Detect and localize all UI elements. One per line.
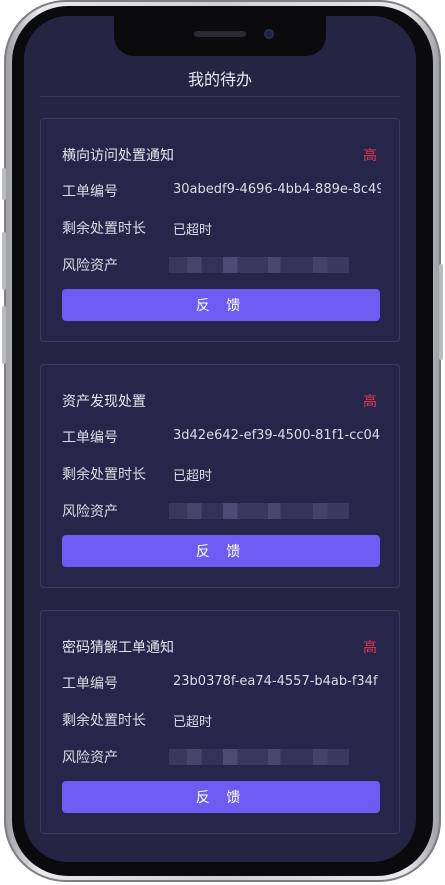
remaining-time-label: 剩余处置时长 bbox=[62, 713, 146, 729]
remaining-time-value: 已超时 bbox=[173, 715, 213, 730]
risk-asset-redacted bbox=[169, 749, 349, 765]
card-title: 横向访问处置通知 bbox=[62, 148, 174, 164]
power-button bbox=[439, 264, 443, 360]
card-title: 密码猜解工单通知 bbox=[62, 640, 174, 656]
volume-down-button bbox=[2, 306, 6, 364]
silent-switch bbox=[2, 168, 6, 200]
risk-asset-label: 风险资产 bbox=[62, 258, 118, 274]
notch bbox=[114, 16, 326, 56]
work-order-label: 工单编号 bbox=[62, 184, 118, 200]
work-order-value: 3d42e642-ef39-4500-81f1-cc04 bbox=[173, 428, 381, 443]
page-title: 我的待办 bbox=[187, 70, 252, 89]
volume-up-button bbox=[2, 232, 6, 290]
front-camera-icon bbox=[264, 29, 274, 39]
page-header: 我的待办 bbox=[40, 60, 400, 97]
risk-asset-label: 风险资产 bbox=[62, 504, 118, 520]
todo-card: 密码猜解工单通知 高 工单编号 23b0378f-ea74-4557-b4ab-… bbox=[40, 610, 400, 834]
speaker-grille bbox=[194, 31, 246, 37]
remaining-time-value: 已超时 bbox=[173, 469, 213, 484]
app-screen: 我的待办 横向访问处置通知 高 工单编号 30abedf9-4696-4bb4-… bbox=[24, 16, 416, 862]
feedback-button[interactable]: 反 馈 bbox=[62, 781, 380, 813]
card-title: 资产发现处置 bbox=[62, 394, 146, 410]
risk-asset-redacted bbox=[169, 503, 349, 519]
priority-badge: 高 bbox=[363, 148, 377, 164]
todo-card: 资产发现处置 高 工单编号 3d42e642-ef39-4500-81f1-cc… bbox=[40, 364, 400, 588]
work-order-label: 工单编号 bbox=[62, 430, 118, 446]
remaining-time-label: 剩余处置时长 bbox=[62, 221, 146, 237]
feedback-button[interactable]: 反 馈 bbox=[62, 289, 380, 321]
remaining-time-value: 已超时 bbox=[173, 223, 213, 238]
work-order-label: 工单编号 bbox=[62, 676, 118, 692]
risk-asset-label: 风险资产 bbox=[62, 750, 118, 766]
todo-card: 横向访问处置通知 高 工单编号 30abedf9-4696-4bb4-889e-… bbox=[40, 118, 400, 342]
work-order-value: 23b0378f-ea74-4557-b4ab-f34f bbox=[173, 674, 378, 689]
feedback-button[interactable]: 反 馈 bbox=[62, 535, 380, 567]
work-order-value: 30abedf9-4696-4bb4-889e-8c49 bbox=[173, 182, 381, 197]
risk-asset-redacted bbox=[169, 257, 349, 273]
priority-badge: 高 bbox=[363, 394, 377, 410]
remaining-time-label: 剩余处置时长 bbox=[62, 467, 146, 483]
priority-badge: 高 bbox=[363, 640, 377, 656]
